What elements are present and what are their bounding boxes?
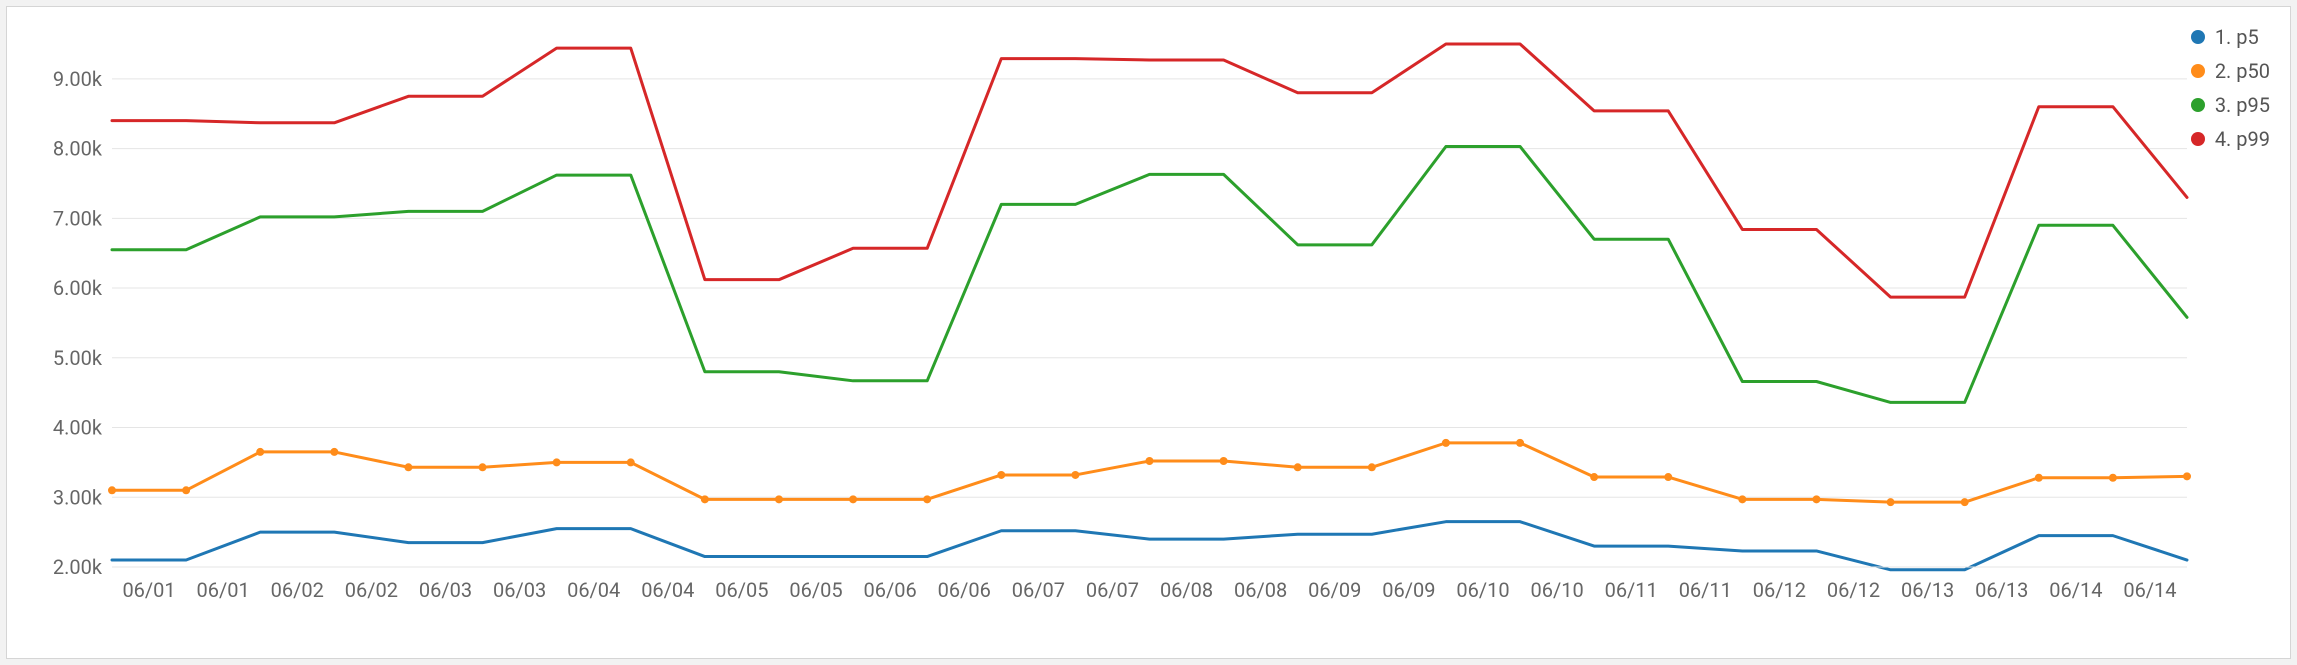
series-line xyxy=(112,146,2187,402)
legend-swatch xyxy=(2191,132,2205,146)
data-point xyxy=(1961,498,1969,506)
y-tick-label: 3.00k xyxy=(53,485,103,509)
x-tick-label: 06/11 xyxy=(1679,578,1732,602)
data-point xyxy=(1738,495,1746,503)
x-tick-label: 06/14 xyxy=(2049,578,2102,602)
legend-item[interactable]: 4. p99 xyxy=(2191,127,2270,151)
legend-label: 1. p5 xyxy=(2215,25,2259,49)
chart-panel: 2.00k 3.00k 4.00k 5.00k 6.00k 7.00k 8.00k 9.00k… xyxy=(6,6,2291,659)
x-tick-label: 06/12 xyxy=(1827,578,1880,602)
data-point xyxy=(404,463,412,471)
x-tick-label: 06/12 xyxy=(1753,578,1806,602)
legend-swatch xyxy=(2191,64,2205,78)
x-tick-label: 06/06 xyxy=(938,578,991,602)
x-tick-label: 06/04 xyxy=(567,578,620,602)
y-tick-label: 5.00k xyxy=(53,346,103,370)
x-tick-label: 06/13 xyxy=(1901,578,1954,602)
x-tick-label: 06/09 xyxy=(1308,578,1361,602)
data-point xyxy=(627,458,635,466)
data-point xyxy=(1220,457,1228,465)
legend: 1. p5 2. p50 3. p95 4. p99 xyxy=(2191,25,2270,161)
legend-label: 3. p95 xyxy=(2215,93,2270,117)
x-tick-label: 06/02 xyxy=(345,578,398,602)
y-tick-label: 8.00k xyxy=(53,137,103,161)
x-tick-label: 06/03 xyxy=(419,578,472,602)
data-point xyxy=(2183,472,2191,480)
x-tick-label: 06/08 xyxy=(1160,578,1213,602)
series-line xyxy=(112,44,2187,297)
x-tick-label: 06/14 xyxy=(2123,578,2176,602)
data-point xyxy=(1368,463,1376,471)
x-tick-label: 06/10 xyxy=(1456,578,1509,602)
series-line xyxy=(112,443,2187,502)
data-point xyxy=(108,486,116,494)
x-tick-label: 06/03 xyxy=(493,578,546,602)
x-tick-label: 06/01 xyxy=(122,578,175,602)
x-tick-label: 06/05 xyxy=(715,578,768,602)
x-tick-label: 06/07 xyxy=(1012,578,1065,602)
x-tick-label: 06/09 xyxy=(1382,578,1435,602)
data-point xyxy=(775,495,783,503)
legend-label: 2. p50 xyxy=(2215,59,2270,83)
data-point xyxy=(2035,474,2043,482)
data-point xyxy=(997,471,1005,479)
legend-item[interactable]: 3. p95 xyxy=(2191,93,2270,117)
data-point xyxy=(1071,471,1079,479)
series-line xyxy=(112,522,2187,570)
data-point xyxy=(182,486,190,494)
x-tick-label: 06/06 xyxy=(864,578,917,602)
legend-label: 4. p99 xyxy=(2215,127,2270,151)
x-tick-label: 06/07 xyxy=(1086,578,1139,602)
data-point xyxy=(479,463,487,471)
legend-item[interactable]: 2. p50 xyxy=(2191,59,2270,83)
legend-item[interactable]: 1. p5 xyxy=(2191,25,2270,49)
data-point xyxy=(1887,498,1895,506)
x-tick-label: 06/10 xyxy=(1530,578,1583,602)
y-tick-label: 4.00k xyxy=(53,416,103,440)
data-point xyxy=(1590,473,1598,481)
x-tick-label: 06/01 xyxy=(197,578,250,602)
y-tick-label: 7.00k xyxy=(53,206,103,230)
data-point xyxy=(1294,463,1302,471)
data-point xyxy=(553,458,561,466)
line-chart: 2.00k 3.00k 4.00k 5.00k 6.00k 7.00k 8.00k 9.00k… xyxy=(37,27,2197,607)
data-point xyxy=(1146,457,1154,465)
data-point xyxy=(1516,439,1524,447)
data-point xyxy=(701,495,709,503)
data-point xyxy=(923,495,931,503)
x-tick-label: 06/05 xyxy=(789,578,842,602)
x-tick-label: 06/04 xyxy=(641,578,694,602)
y-tick-label: 2.00k xyxy=(53,555,103,579)
y-tick-label: 6.00k xyxy=(53,276,103,300)
legend-swatch xyxy=(2191,98,2205,112)
data-point xyxy=(1664,473,1672,481)
data-point xyxy=(1812,495,1820,503)
x-tick-label: 06/02 xyxy=(271,578,324,602)
legend-swatch xyxy=(2191,30,2205,44)
data-point xyxy=(849,495,857,503)
x-tick-label: 06/11 xyxy=(1605,578,1658,602)
y-tick-label: 9.00k xyxy=(53,67,103,91)
x-tick-label: 06/13 xyxy=(1975,578,2028,602)
x-tick-label: 06/08 xyxy=(1234,578,1287,602)
data-point xyxy=(330,448,338,456)
data-point xyxy=(2109,474,2117,482)
data-point xyxy=(256,448,264,456)
data-point xyxy=(1442,439,1450,447)
